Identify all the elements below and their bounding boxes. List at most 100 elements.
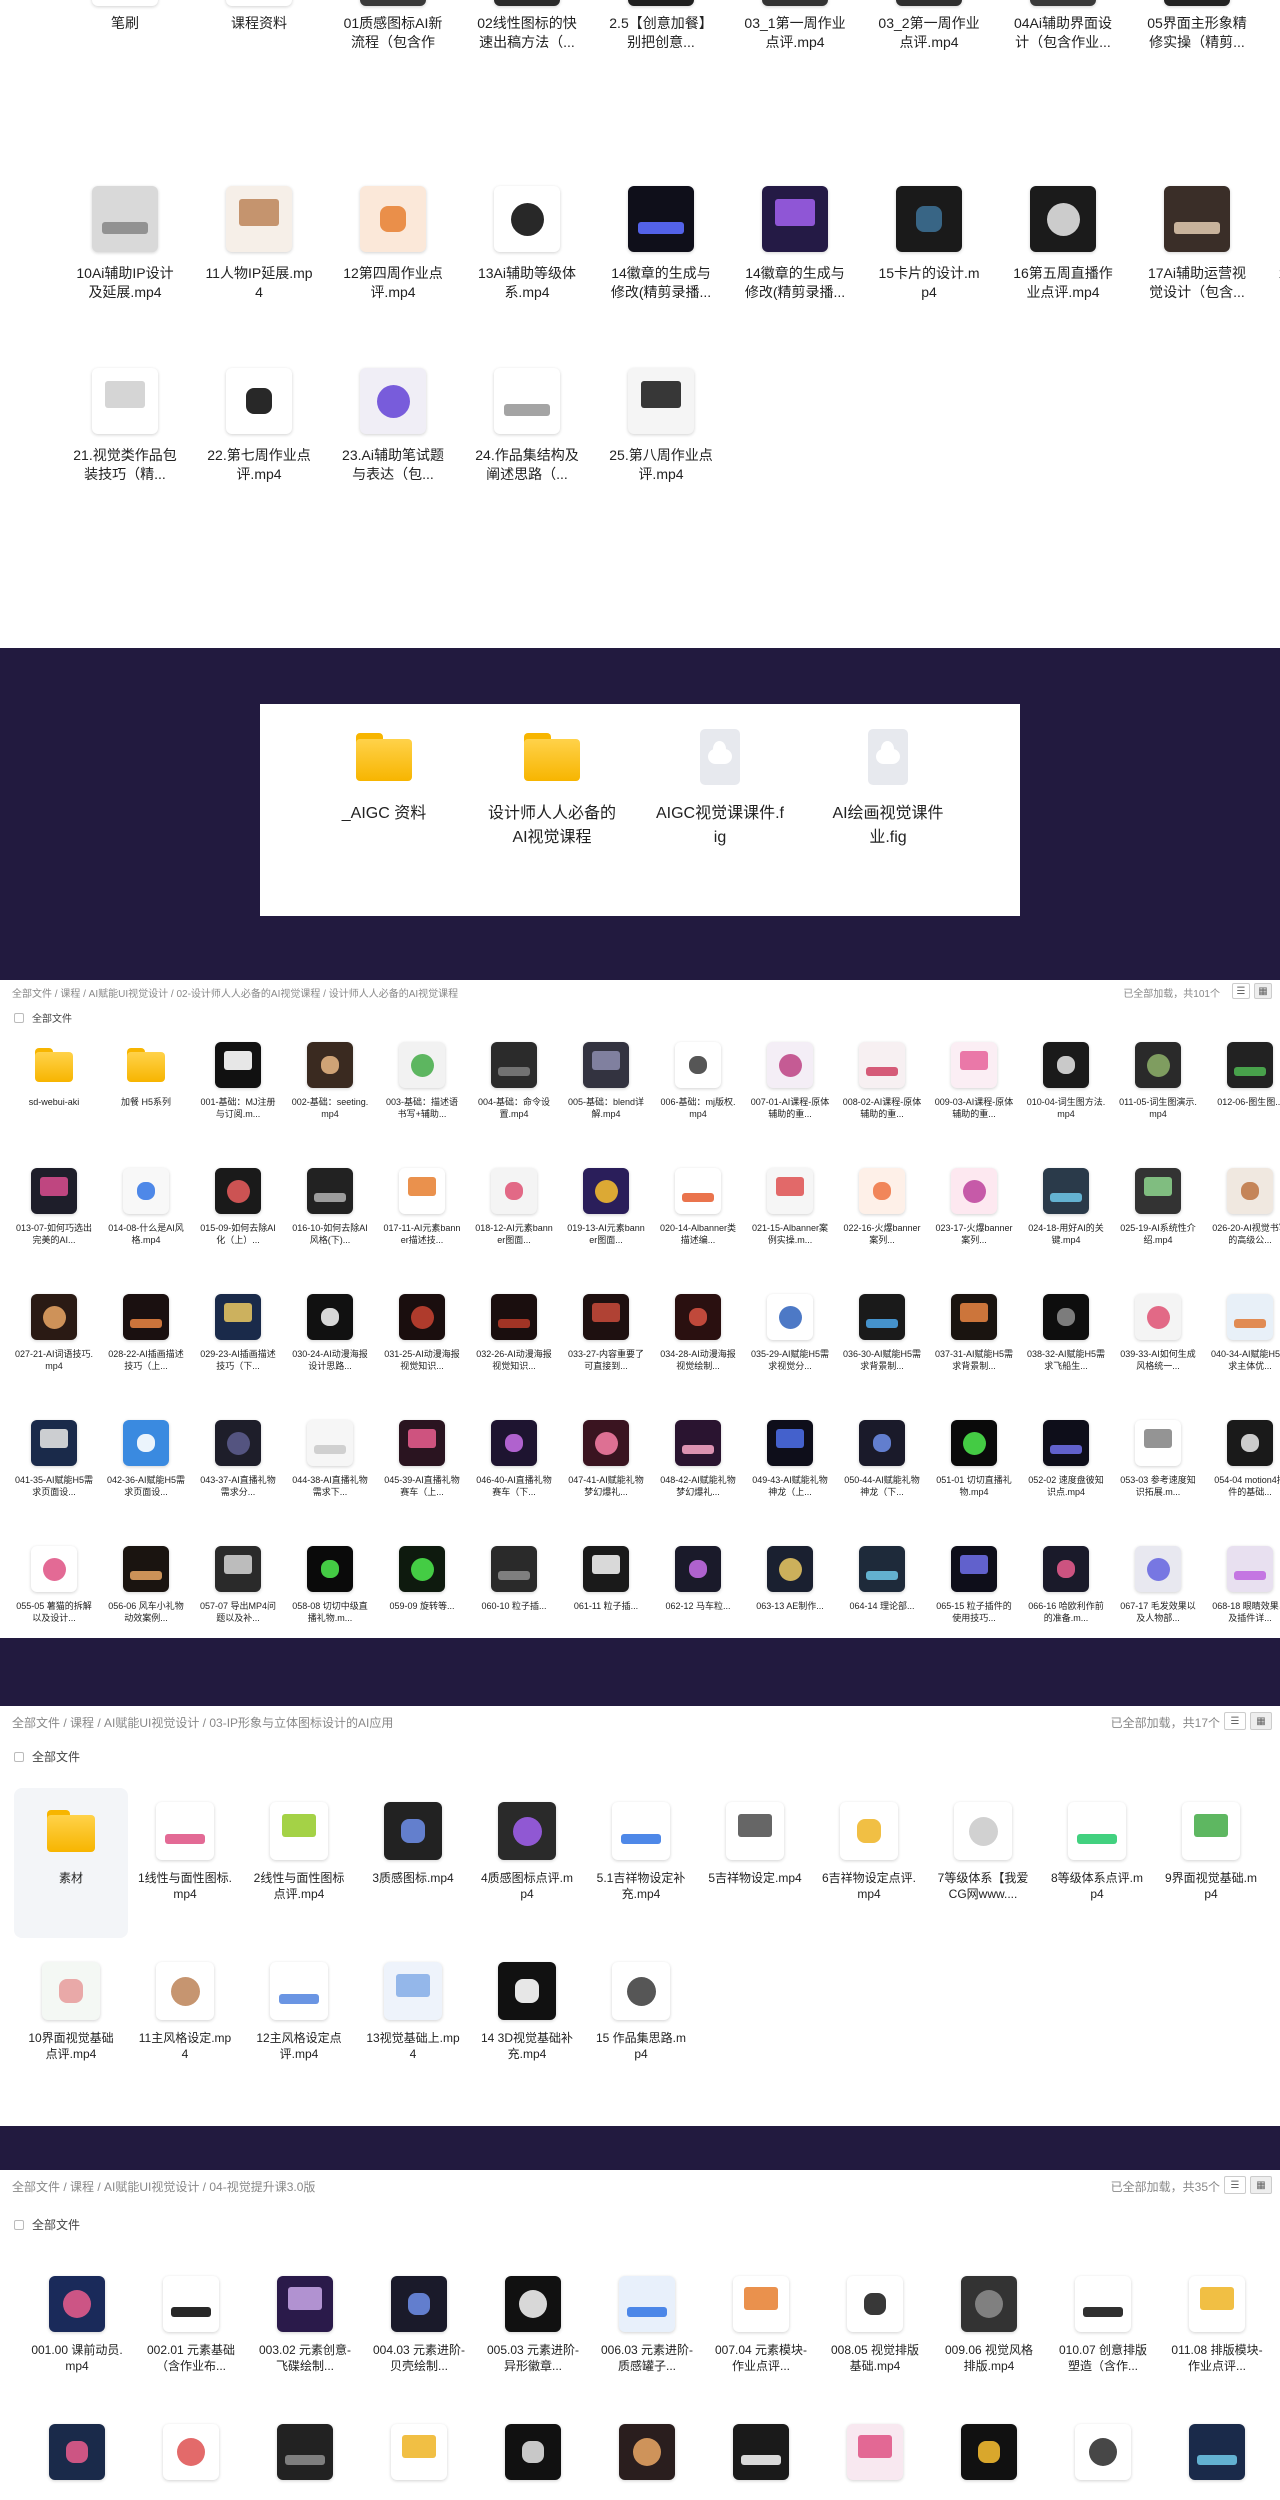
file-item[interactable]: 028-22-AI插画描述技巧（上...: [100, 1290, 192, 1410]
file-item[interactable]: 065-15 粒子插件的使用技巧...: [928, 1542, 1020, 1638]
file-item[interactable]: 041-35-AI赋能H5需求页面设...: [8, 1416, 100, 1536]
file-item[interactable]: [134, 2410, 248, 2500]
file-item[interactable]: 067-17 毛发效果以及人物部...: [1112, 1542, 1204, 1638]
file-item[interactable]: 038-32-AI赋能H5需求飞船生...: [1020, 1290, 1112, 1410]
file-item[interactable]: 064-14 理论部...: [836, 1542, 928, 1638]
file-item[interactable]: AI绘画视觉课件业.fig: [804, 718, 972, 898]
file-item[interactable]: 029-23-AI插画描述技巧（下...: [192, 1290, 284, 1410]
file-item[interactable]: 035-29-AI赋能H5需求视觉分...: [744, 1290, 836, 1410]
file-item[interactable]: 031-25-AI动漫海报视觉知识...: [376, 1290, 468, 1410]
list-view-icon[interactable]: ☰: [1224, 2176, 1246, 2194]
folder-item[interactable]: sd-webui-aki: [8, 1038, 100, 1158]
file-item[interactable]: 1线性与面性图标.mp4: [128, 1788, 242, 1938]
file-item[interactable]: 23.Ai辅助笔试题与表达（包...: [326, 364, 460, 520]
file-item[interactable]: 018-12-AI元素banner图面...: [468, 1164, 560, 1284]
file-item[interactable]: 049-43-AI赋能礼物神龙（上...: [744, 1416, 836, 1536]
file-item[interactable]: 053-03 参考速度知识拓展.m...: [1112, 1416, 1204, 1536]
file-item[interactable]: 3质感图标.mp4: [356, 1788, 470, 1938]
file-item[interactable]: 13视觉基础上.mp4: [356, 1948, 470, 2098]
file-item[interactable]: 039-33-AI如何生成风格统一...: [1112, 1290, 1204, 1410]
file-item[interactable]: 25.第八周作业点评.mp4: [594, 364, 728, 520]
file-item[interactable]: 15卡片的设计.mp4: [862, 182, 996, 338]
file-item[interactable]: 059-09 旋转等...: [376, 1542, 468, 1638]
file-item[interactable]: 012-06-图生图...: [1204, 1038, 1280, 1158]
file-item[interactable]: 063-13 AE制作...: [744, 1542, 836, 1638]
breadcrumb[interactable]: 全部文件 / 课程 / AI赋能UI视觉设计 / 04-视觉提升课3.0版: [12, 2180, 315, 2194]
file-item[interactable]: 014-08-什么是AI风格.mp4: [100, 1164, 192, 1284]
file-item[interactable]: 060-10 粒子插...: [468, 1542, 560, 1638]
select-all-checkbox[interactable]: [14, 1751, 24, 1762]
file-item[interactable]: 054-04 motion4插件的基础...: [1204, 1416, 1280, 1536]
file-item[interactable]: 046-40-AI直播礼物赛车（下...: [468, 1416, 560, 1536]
file-item[interactable]: [1046, 2410, 1160, 2500]
file-item[interactable]: 10界面视觉基础点评.mp4: [14, 1948, 128, 2098]
file-item[interactable]: [1160, 2410, 1274, 2500]
file-item[interactable]: 001-基础：MJ注册与订阅.m...: [192, 1038, 284, 1158]
file-item[interactable]: 068-18 眼睛效果以及插件详...: [1204, 1542, 1280, 1638]
file-item[interactable]: 11主风格设定.mp4: [128, 1948, 242, 2098]
file-item[interactable]: 004-基础：命令设置.mp4: [468, 1038, 560, 1158]
list-view-icon[interactable]: ☰: [1224, 1712, 1246, 1730]
file-item[interactable]: 019-13-AI元素banner图面...: [560, 1164, 652, 1284]
file-item[interactable]: 009.06 视觉风格排版.mp4: [932, 2262, 1046, 2402]
file-item[interactable]: 001.00 课前动员.mp4: [20, 2262, 134, 2402]
select-all-checkbox[interactable]: [14, 1012, 24, 1023]
folder-item[interactable]: 设计师人人必备的AI视觉课程: [468, 718, 636, 898]
file-item[interactable]: 016-10-如何去除AI风格(下)...: [284, 1164, 376, 1284]
file-item[interactable]: 17Ai辅助运营视觉设计（包含...: [1130, 182, 1264, 338]
file-item[interactable]: 043-37-AI直播礼物需求分...: [192, 1416, 284, 1536]
file-item[interactable]: 004.03 元素进阶-贝壳绘制...: [362, 2262, 476, 2402]
file-item[interactable]: 课程资料: [192, 0, 326, 156]
grid-view-icon[interactable]: ▦: [1254, 983, 1272, 999]
file-item[interactable]: 057-07 导出MP4问题以及补...: [192, 1542, 284, 1638]
file-item[interactable]: 14徽章的生成与修改(精剪录播...: [594, 182, 728, 338]
select-all[interactable]: 全部文件: [14, 2216, 80, 2233]
file-item[interactable]: 040-34-AI赋能H5需求主体优...: [1204, 1290, 1280, 1410]
file-item[interactable]: 03_2第一周作业点评.mp4: [862, 0, 996, 156]
file-item[interactable]: 007.04 元素模块-作业点评...: [704, 2262, 818, 2402]
file-item[interactable]: 2.5【创意加餐】别把创意...: [594, 0, 728, 156]
file-item[interactable]: 03_1第一周作业点评.mp4: [728, 0, 862, 156]
file-item[interactable]: 8等级体系点评.mp4: [1040, 1788, 1154, 1938]
select-all[interactable]: 全部文件: [14, 1748, 80, 1765]
file-item[interactable]: 12主风格设定点评.mp4: [242, 1948, 356, 2098]
file-item[interactable]: 061-11 粒子插...: [560, 1542, 652, 1638]
file-item[interactable]: 笔刷: [58, 0, 192, 156]
file-item[interactable]: 11人物IP延展.mp4: [192, 182, 326, 338]
file-item[interactable]: AIGC视觉课课件.fig: [636, 718, 804, 898]
file-item[interactable]: 032-26-AI动漫海报视觉知识...: [468, 1290, 560, 1410]
file-item[interactable]: 021-15-Albanner案例实操.m...: [744, 1164, 836, 1284]
file-item[interactable]: 14徽章的生成与修改(精剪录播...: [728, 182, 862, 338]
grid-view-icon[interactable]: ▦: [1250, 2176, 1272, 2194]
file-item[interactable]: 055-05 薯猫的拆解以及设计...: [8, 1542, 100, 1638]
file-item[interactable]: 045-39-AI直播礼物赛车（上...: [376, 1416, 468, 1536]
file-item[interactable]: 062-12 马车粒...: [652, 1542, 744, 1638]
file-item[interactable]: 050-44-AI赋能礼物神龙（下...: [836, 1416, 928, 1536]
file-item[interactable]: [932, 2410, 1046, 2500]
file-item[interactable]: 12第四周作业点评.mp4: [326, 182, 460, 338]
select-all[interactable]: 全部文件: [14, 1010, 72, 1025]
file-item[interactable]: 18_1.视觉运营洁界面设计（...: [1264, 182, 1280, 338]
file-item[interactable]: 21.视觉类作品包装技巧（精...: [58, 364, 192, 520]
file-item[interactable]: 020-14-Albanner类描述编...: [652, 1164, 744, 1284]
breadcrumb[interactable]: 全部文件 / 课程 / AI赋能UI视觉设计 / 02-设计师人人必备的AI视觉…: [12, 989, 458, 1000]
file-item[interactable]: 051-01 切切直播礼物.mp4: [928, 1416, 1020, 1536]
file-item[interactable]: [476, 2410, 590, 2500]
select-all-checkbox[interactable]: [14, 2219, 24, 2230]
file-item[interactable]: 9界面视觉基础.mp4: [1154, 1788, 1268, 1938]
folder-item[interactable]: _AIGC 资料: [300, 718, 468, 898]
file-item[interactable]: 048-42-AI赋能礼物梦幻爆礼...: [652, 1416, 744, 1536]
breadcrumb[interactable]: 全部文件 / 课程 / AI赋能UI视觉设计 / 03-IP形象与立体图标设计的…: [12, 1716, 393, 1730]
file-item[interactable]: 017-11-AI元素banner描述技...: [376, 1164, 468, 1284]
file-item[interactable]: 036-30-AI赋能H5需求背景制...: [836, 1290, 928, 1410]
file-item[interactable]: 044-38-AI直播礼物需求下...: [284, 1416, 376, 1536]
folder-item[interactable]: 素材: [14, 1788, 128, 1938]
file-item[interactable]: 10Ai辅助IP设计及延展.mp4: [58, 182, 192, 338]
file-item[interactable]: 009-03-AI课程-原体辅助的重...: [928, 1038, 1020, 1158]
file-item[interactable]: 023-17-火爆banner案列...: [928, 1164, 1020, 1284]
folder-item[interactable]: 加餐 H5系列: [100, 1038, 192, 1158]
file-item[interactable]: 066-16 哈欧利作前的准备.m...: [1020, 1542, 1112, 1638]
file-item[interactable]: 7等级体系【我爱CG网www....: [926, 1788, 1040, 1938]
file-item[interactable]: 01质感图标AI新流程（包含作业...: [326, 0, 460, 156]
file-item[interactable]: 06第二周作业点评.mp4: [1264, 0, 1280, 156]
